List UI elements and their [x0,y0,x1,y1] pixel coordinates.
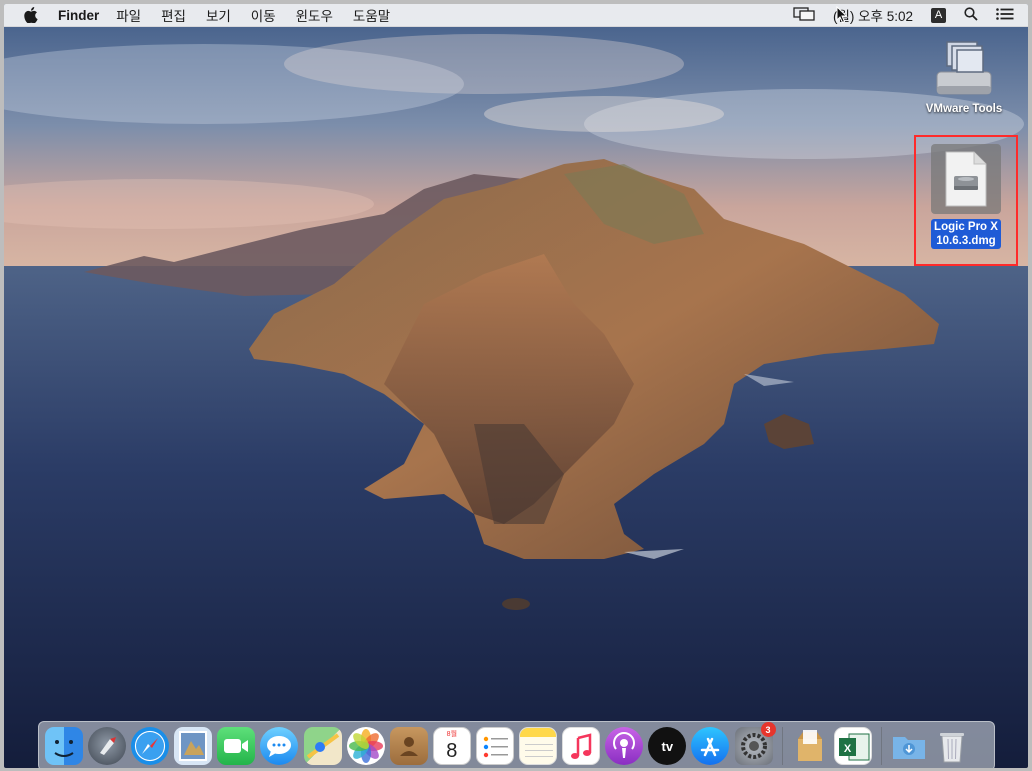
dmg-file-icon [931,144,1001,214]
apple-tv-label: tv [661,738,674,754]
vmware-tools-drive-icon [914,36,1014,101]
notification-badge: 3 [760,722,776,737]
dock-separator [781,727,783,765]
apple-tv-icon[interactable]: tv [648,727,687,765]
reminders-icon[interactable] [475,727,514,765]
safari-icon[interactable] [131,727,170,765]
system-preferences-icon[interactable]: 3 [734,722,776,765]
dmg-label-line2: 10.6.3.dmg [936,235,996,247]
spotlight-search-icon[interactable] [964,6,978,24]
dmg-label-line1: Logic Pro X [934,221,998,233]
menu-edit[interactable]: 편집 [161,5,186,25]
finder-icon[interactable] [45,727,83,765]
installer-package-icon[interactable] [791,727,829,765]
input-source-icon[interactable]: A [931,7,946,23]
svg-text:X: X [844,743,852,755]
notes-icon[interactable] [519,727,558,765]
calendar-icon[interactable]: 8월 8 [432,727,471,765]
vmware-tools-label: VMware Tools [925,103,1003,115]
notification-center-icon[interactable] [996,7,1014,23]
mouse-cursor-icon [836,5,848,29]
dmg-file-label: Logic Pro X 10.6.3.dmg [931,219,1001,249]
desktop-icon-vmware-tools[interactable]: VMware Tools [914,36,1014,115]
menu-view[interactable]: 보기 [206,5,231,25]
app-store-icon[interactable] [691,727,730,765]
downloads-folder-icon[interactable] [890,727,928,765]
trash-icon[interactable] [933,727,971,765]
messages-icon[interactable] [260,727,299,765]
menu-file[interactable]: 파일 [116,5,141,25]
menu-extras: (월) 오후 5:02 A [793,4,1028,26]
photos-icon[interactable] [346,727,385,765]
desktop-icon-logic-pro-dmg[interactable]: Logic Pro X 10.6.3.dmg [922,144,1010,249]
excel-icon[interactable]: X [833,727,872,765]
podcasts-icon[interactable] [605,727,644,765]
launchpad-icon[interactable] [88,727,127,765]
menu-bar: Finder 파일 편집 보기 이동 윈도우 도움말 (월) 오후 5:02 A [4,4,1028,27]
dock: 8월 8 tv 3 X [38,721,995,768]
menu-go[interactable]: 이동 [251,5,276,25]
menu-app-finder[interactable]: Finder [58,8,99,23]
menu-window[interactable]: 윈도우 [296,5,333,25]
menu-help[interactable]: 도움말 [353,5,390,25]
calendar-day: 8 [446,740,458,762]
preview-app-icon[interactable] [174,727,213,765]
desktop-screen: Finder 파일 편집 보기 이동 윈도우 도움말 (월) 오후 5:02 A [4,4,1028,768]
music-icon[interactable] [562,727,601,765]
facetime-icon[interactable] [217,727,256,765]
apple-menu-icon[interactable] [24,6,40,24]
contacts-icon[interactable] [389,727,428,765]
dock-separator [880,727,882,765]
calendar-month: 8월 [446,731,458,738]
maps-icon[interactable] [303,727,342,765]
display-mirroring-icon[interactable] [793,6,815,24]
wallpaper [4,4,1028,768]
